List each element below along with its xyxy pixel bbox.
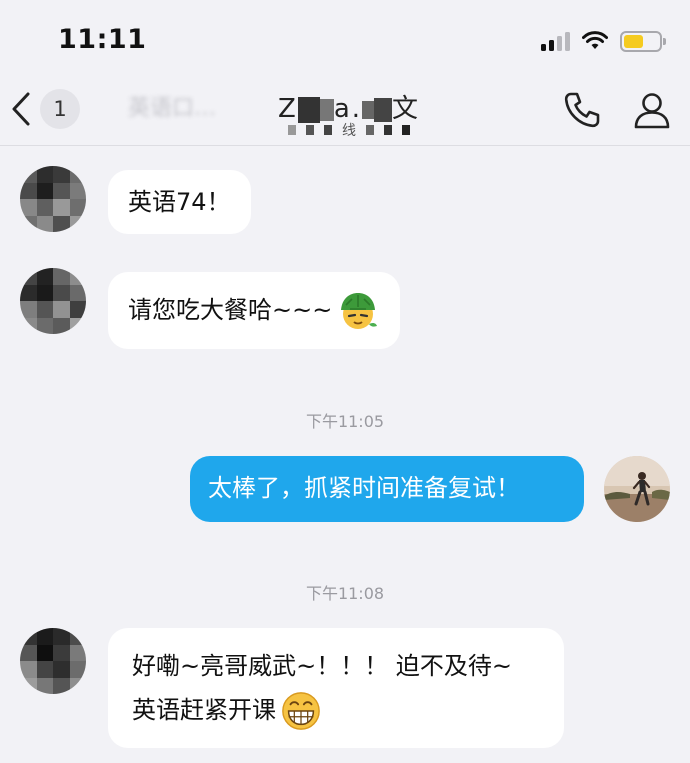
message-text-line: 英语赶紧开课	[132, 688, 540, 732]
redaction-mosaic	[366, 125, 374, 135]
cellular-signal-icon	[541, 31, 570, 51]
message-bubble[interactable]: 请您吃大餐哈~~~	[108, 272, 401, 349]
redaction-mosaic	[362, 100, 375, 119]
grin-emoji-icon	[282, 692, 320, 730]
profile-button[interactable]	[628, 86, 676, 134]
avatar[interactable]	[20, 628, 86, 694]
back-chevron-icon	[12, 92, 30, 126]
back-button[interactable]: 1	[10, 84, 90, 134]
my-message-bubble[interactable]: 太棒了，抓紧时间准备复试！	[190, 456, 584, 522]
avatar[interactable]	[20, 166, 86, 232]
header-actions	[558, 86, 676, 134]
message-bubble[interactable]: 英语74！	[108, 170, 251, 234]
message-bubble[interactable]: 好嘞~亮哥威武~！！！ 迫不及待~ 英语赶紧开课	[108, 628, 564, 748]
message-text: 请您吃大餐哈~~~	[128, 296, 333, 324]
redaction-mosaic	[374, 97, 393, 122]
redaction-mosaic	[306, 125, 314, 135]
call-button[interactable]	[558, 86, 606, 134]
unread-count-badge: 1	[40, 89, 80, 129]
status-time: 11:11	[58, 24, 147, 55]
chat-subtitle: 线	[288, 120, 410, 140]
subtitle-text: 线	[342, 123, 356, 139]
message-text: 太棒了，抓紧时间准备复试！	[208, 474, 520, 502]
battery-icon	[620, 30, 666, 52]
blurred-previous-title: 英语口…	[128, 96, 217, 121]
status-icons	[541, 28, 666, 54]
message-timestamp: 下午11:08	[305, 584, 385, 603]
avatar[interactable]	[20, 268, 86, 334]
redaction-mosaic	[384, 125, 392, 135]
message-text: 英语74！	[128, 188, 231, 216]
turtle-emoji-icon	[341, 293, 378, 329]
my-avatar[interactable]	[604, 456, 670, 522]
redaction-mosaic	[402, 125, 410, 135]
redaction-mosaic	[297, 96, 320, 123]
runner-photo	[604, 456, 670, 522]
redaction-mosaic	[319, 98, 334, 121]
message-timestamp: 下午11:05	[305, 412, 385, 431]
status-bar: 11:11	[0, 0, 690, 70]
phone-icon	[564, 92, 600, 128]
redaction-mosaic	[324, 125, 332, 135]
message-text-line: 好嘞~亮哥威武~！！！ 迫不及待~	[132, 652, 512, 680]
redaction-mosaic	[288, 125, 296, 135]
chat-header: 1 英语口… Za. 文 线	[0, 70, 690, 146]
wifi-icon	[582, 31, 608, 49]
person-icon	[634, 93, 670, 129]
